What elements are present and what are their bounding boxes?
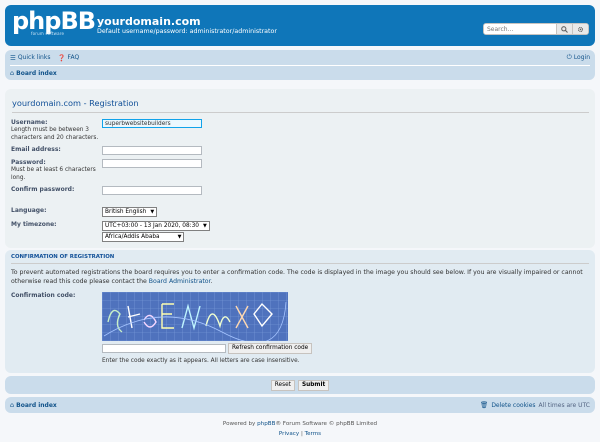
username-label: Username:: [11, 119, 48, 126]
terms-link[interactable]: Terms: [305, 431, 321, 437]
home-icon: ⌂: [10, 69, 15, 77]
phpbb-link[interactable]: phpBB: [257, 421, 275, 427]
search-input[interactable]: [484, 24, 556, 34]
email-field[interactable]: [102, 146, 202, 155]
gear-icon: [577, 26, 584, 32]
timezone-label: My timezone:: [11, 221, 57, 228]
phpbb-logo[interactable]: phpBB: [12, 9, 96, 33]
submit-bar: Reset Submit: [5, 376, 595, 394]
delete-cookies-link[interactable]: Delete cookies: [491, 402, 535, 409]
site-title[interactable]: yourdomain.com: [97, 15, 201, 28]
board-index-label: Board index: [16, 69, 57, 77]
search-button[interactable]: [556, 24, 572, 34]
quick-links-menu[interactable]: ☰ Quick links: [10, 54, 50, 62]
confirmation-panel: CONFIRMATION OF REGISTRATION To prevent …: [5, 250, 595, 373]
power-icon: ⏻: [566, 53, 572, 61]
confirmation-title: CONFIRMATION OF REGISTRATION: [11, 254, 589, 264]
timezone-value: UTC+03:00 - 13 Jan 2020, 08:30: [105, 223, 199, 229]
confirmation-code-label: Confirmation code:: [11, 292, 76, 299]
menu-icon: ☰: [10, 53, 16, 62]
language-value: British English: [105, 209, 147, 215]
logo-subtitle: forum software: [31, 31, 65, 36]
submit-button[interactable]: Submit: [297, 379, 330, 391]
footer-nav: ⌂ Board index 🗑 Delete cookies All times…: [5, 397, 595, 413]
password-label: Password:: [11, 159, 46, 166]
navbar: ☰ Quick links ❓ FAQ ⏻ Login ⌂ Board inde…: [5, 50, 595, 80]
registration-panel: yourdomain.com - Registration Username: …: [5, 89, 595, 248]
copyright: Powered by phpBB® Forum Software © phpBB…: [5, 419, 595, 439]
timezone-region-value: Africa/Addis Ababa: [105, 234, 160, 240]
search-icon: [561, 25, 568, 33]
language-select[interactable]: British English ▼: [102, 207, 158, 217]
reset-button[interactable]: Reset: [270, 379, 295, 391]
email-label: Email address:: [11, 146, 61, 153]
password-label-block: Password: Must be at least 6 characters …: [11, 159, 102, 182]
confirmation-code-field[interactable]: [102, 344, 226, 353]
footer-board-index-link[interactable]: ⌂ Board index: [10, 401, 57, 409]
chevron-down-icon: ▼: [150, 209, 155, 215]
footer-separator: |: [300, 431, 303, 437]
privacy-link[interactable]: Privacy: [279, 431, 299, 437]
board-admin-link[interactable]: Board Administrator: [149, 278, 211, 285]
confirm-password-label: Confirm password:: [11, 186, 75, 193]
question-icon: ❓: [57, 53, 66, 62]
confirmation-code-row: Confirmation code: Refresh confirmation …: [11, 292, 589, 364]
powered-post: ® Forum Software © phpBB Limited: [275, 421, 378, 427]
footer-board-index-label: Board index: [16, 401, 57, 409]
navbar-top-row: ☰ Quick links ❓ FAQ ⏻ Login: [10, 50, 590, 65]
page-wrap: phpBB forum software yourdomain.com Defa…: [5, 5, 595, 439]
refresh-captcha-button[interactable]: Refresh confirmation code: [228, 343, 313, 354]
username-hint: Length must be between 3 characters and …: [11, 127, 99, 141]
board-index-link[interactable]: ⌂ Board index: [10, 69, 57, 77]
confirm-password-row: Confirm password:: [11, 186, 589, 195]
login-label: Login: [573, 54, 590, 61]
language-row: Language: British English ▼: [11, 207, 589, 217]
chevron-down-icon: ▼: [202, 223, 207, 229]
confirm-password-field[interactable]: [102, 186, 202, 195]
password-row: Password: Must be at least 6 characters …: [11, 159, 589, 182]
advanced-search-button[interactable]: [572, 24, 588, 34]
username-field[interactable]: superbwebsitebuilders: [102, 119, 202, 128]
timezone-region-select[interactable]: Africa/Addis Ababa ▼: [102, 232, 185, 242]
timezone-row: My timezone: UTC+03:00 - 13 Jan 2020, 08…: [11, 221, 589, 242]
timezone-note: All times are UTC: [538, 401, 590, 409]
language-label: Language:: [11, 207, 47, 214]
password-hint: Must be at least 6 characters long.: [11, 167, 96, 181]
search-box: [483, 23, 589, 35]
powered-pre: Powered by: [222, 421, 258, 427]
faq-label: FAQ: [67, 54, 80, 61]
navbar-breadcrumb-row: ⌂ Board index: [10, 65, 590, 80]
site-description: Default username/password: administrator…: [97, 28, 277, 35]
confirmation-code-hint: Enter the code exactly as it appears. Al…: [102, 358, 300, 364]
header-bar: phpBB forum software yourdomain.com Defa…: [5, 5, 595, 46]
home-icon: ⌂: [10, 401, 15, 409]
trash-icon: 🗑: [480, 401, 489, 409]
confirmation-explain: To prevent automated registrations the b…: [11, 269, 583, 285]
captcha-image: [102, 292, 288, 341]
login-link[interactable]: ⏻ Login: [567, 53, 590, 62]
email-row: Email address:: [11, 146, 589, 155]
password-field[interactable]: [102, 159, 202, 168]
timezone-select[interactable]: UTC+03:00 - 13 Jan 2020, 08:30 ▼: [102, 221, 210, 231]
faq-link[interactable]: ❓ FAQ: [57, 54, 79, 62]
username-row: Username: Length must be between 3 chara…: [11, 119, 589, 142]
chevron-down-icon: ▼: [177, 234, 182, 240]
page-title: yourdomain.com - Registration: [12, 98, 589, 113]
username-label-block: Username: Length must be between 3 chara…: [11, 119, 102, 142]
footer-right: 🗑 Delete cookies All times are UTC: [480, 401, 590, 409]
quick-links-label: Quick links: [17, 54, 51, 61]
